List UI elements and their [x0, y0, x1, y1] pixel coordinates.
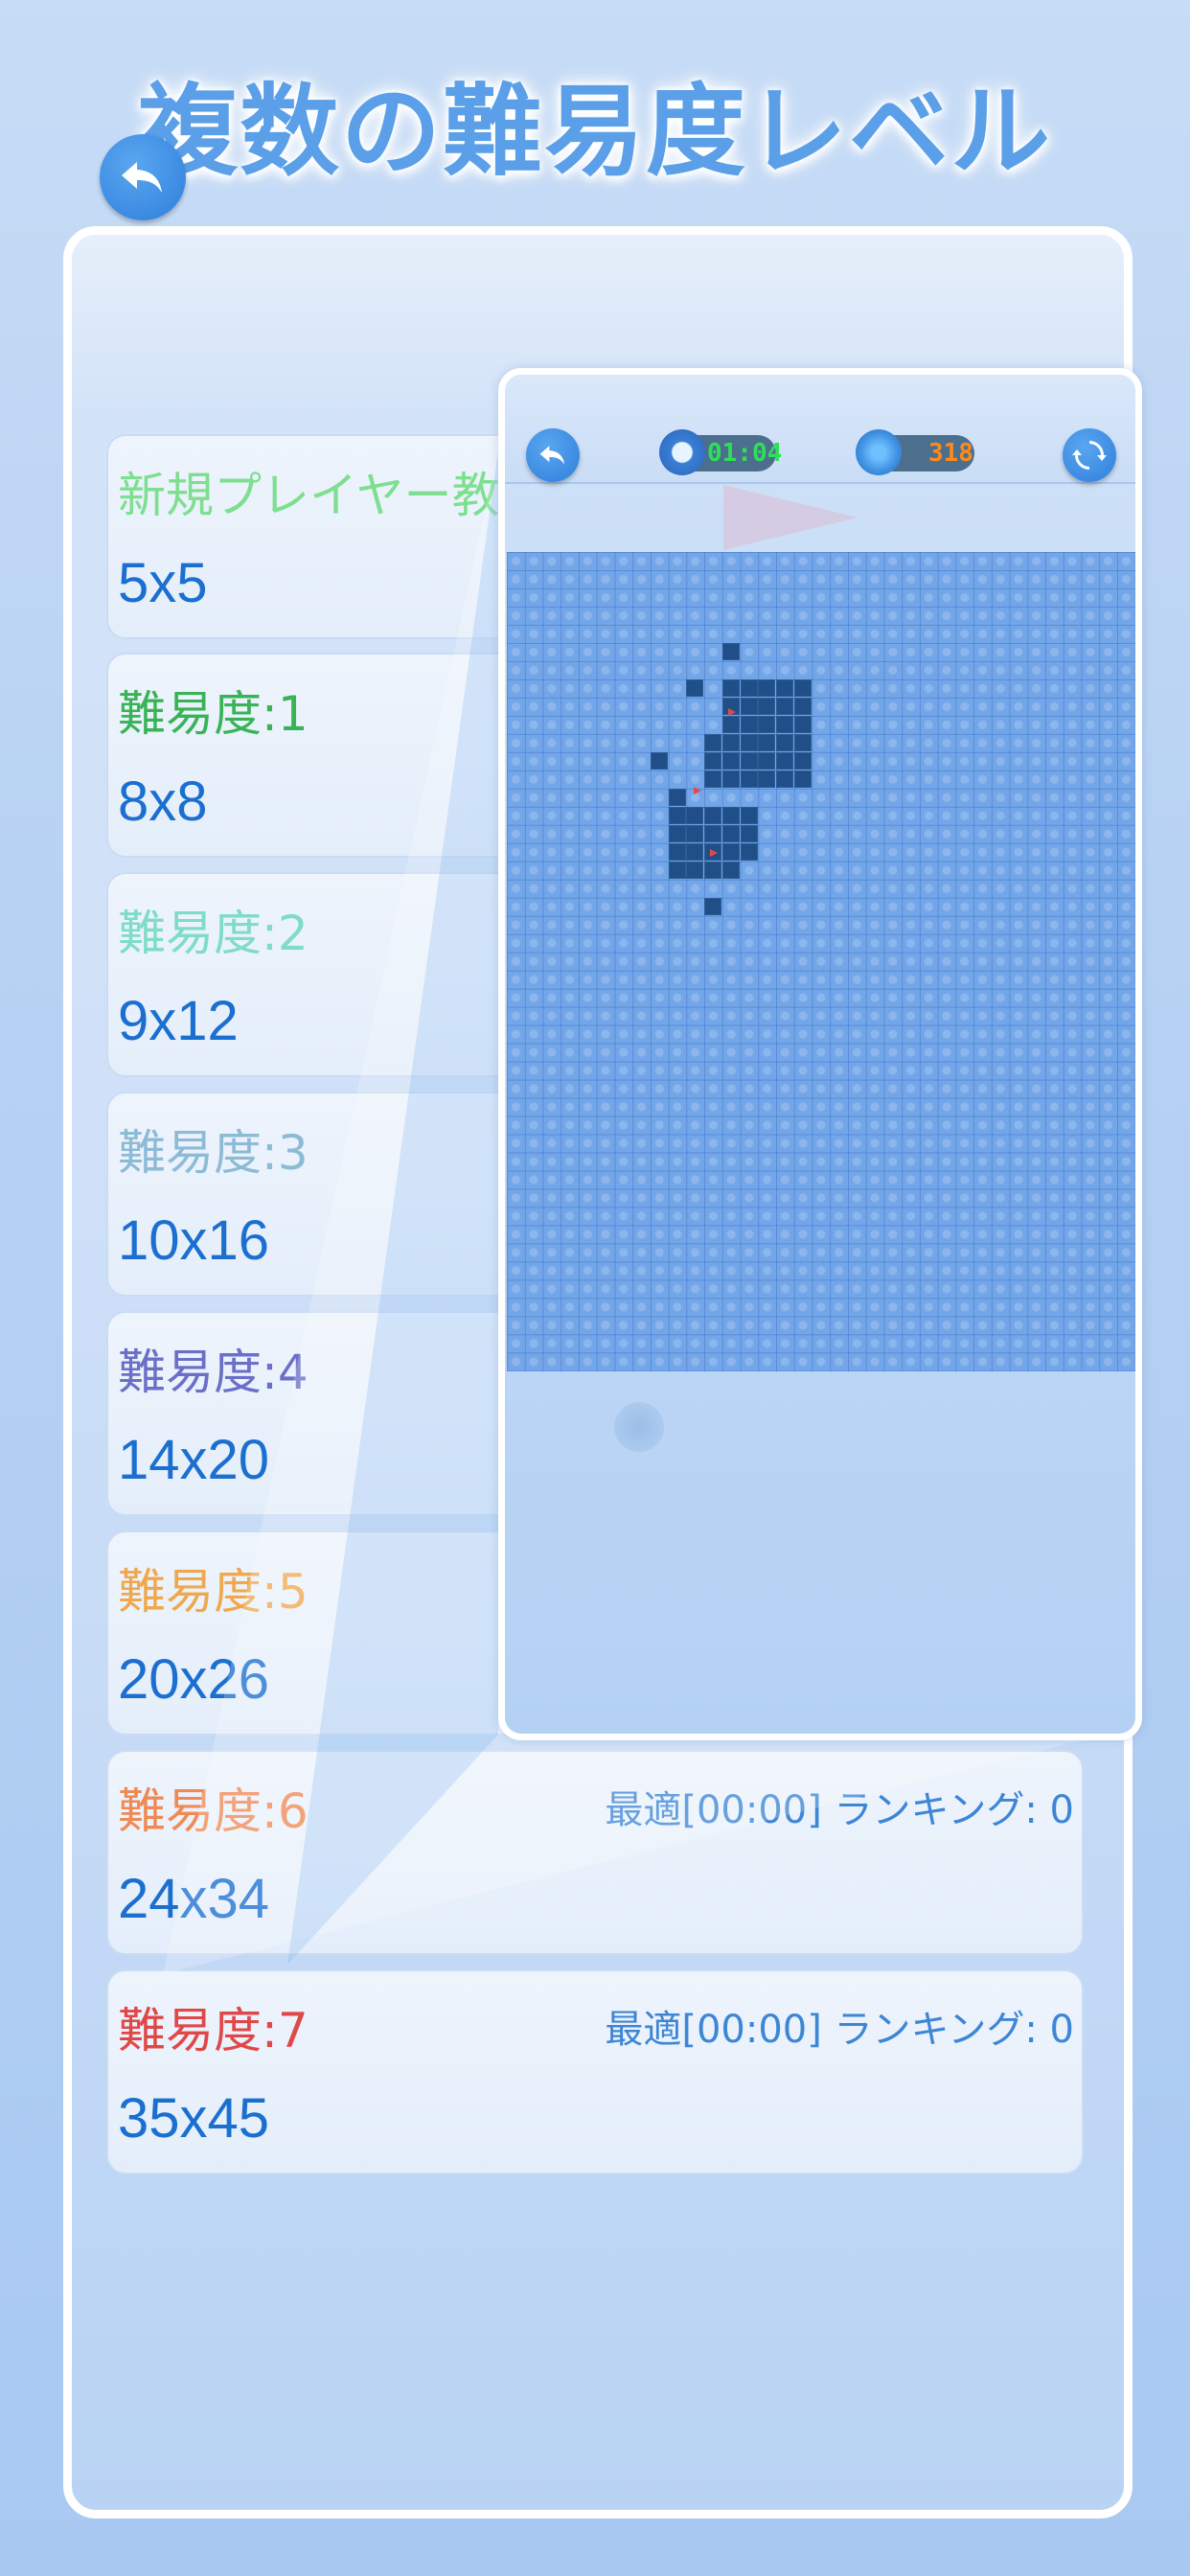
- virus-icon: [856, 429, 902, 475]
- revealed-cell[interactable]: [793, 770, 812, 788]
- revealed-cell[interactable]: [740, 751, 758, 770]
- level-title: 難易度:6: [118, 1783, 309, 1839]
- revealed-cell[interactable]: [704, 897, 722, 915]
- timer-display: 01:04: [659, 429, 782, 475]
- revealed-cell[interactable]: [686, 806, 704, 824]
- revealed-cell[interactable]: [776, 697, 794, 715]
- revealed-cell[interactable]: [776, 733, 794, 751]
- clock-icon: [659, 429, 705, 475]
- revealed-cell[interactable]: [686, 861, 704, 879]
- revealed-cell[interactable]: [740, 715, 758, 733]
- refresh-icon: [1072, 441, 1107, 470]
- revealed-cell[interactable]: [721, 733, 740, 751]
- revealed-cell[interactable]: [740, 770, 758, 788]
- revealed-cell[interactable]: [758, 715, 776, 733]
- level-best-record: 最適[00:00] ランキング: 0: [605, 2008, 1074, 2052]
- revealed-cell[interactable]: [740, 678, 758, 697]
- revealed-cell[interactable]: [740, 842, 758, 861]
- level-title: 難易度:5: [118, 1564, 309, 1620]
- revealed-cell[interactable]: [721, 842, 740, 861]
- revealed-cell[interactable]: [721, 678, 740, 697]
- level-title: 新規プレイヤー教: [118, 468, 500, 523]
- level-card-6[interactable]: 難易度:6 最適[00:00] ランキング: 0 24x34: [106, 1750, 1084, 1955]
- timer-value: 01:04: [707, 439, 783, 468]
- revealed-cell[interactable]: [721, 861, 740, 879]
- back-arrow-icon: [122, 162, 162, 193]
- level-size: 5x5: [118, 552, 208, 614]
- revealed-cell[interactable]: [650, 751, 668, 770]
- level-card-7[interactable]: 難易度:7 最適[00:00] ランキング: 0 35x45: [106, 1969, 1084, 2174]
- flag-decoration: [723, 485, 858, 550]
- game-back-button[interactable]: [526, 428, 580, 482]
- game-toolbar: [505, 375, 1135, 484]
- revealed-cell[interactable]: [686, 678, 704, 697]
- revealed-cell[interactable]: [776, 770, 794, 788]
- revealed-cell[interactable]: [704, 861, 722, 879]
- revealed-cell[interactable]: [776, 715, 794, 733]
- revealed-cell[interactable]: [668, 788, 686, 806]
- revealed-cell[interactable]: [721, 751, 740, 770]
- revealed-cell[interactable]: [668, 861, 686, 879]
- revealed-cell[interactable]: [721, 770, 740, 788]
- revealed-cell[interactable]: [721, 715, 740, 733]
- revealed-cell[interactable]: [758, 770, 776, 788]
- level-size: 35x45: [118, 2087, 270, 2150]
- revealed-cell[interactable]: [776, 678, 794, 697]
- revealed-cell[interactable]: [758, 751, 776, 770]
- revealed-cell[interactable]: [704, 770, 722, 788]
- revealed-cell[interactable]: [740, 697, 758, 715]
- game-preview-screen: 01:04 318: [498, 368, 1142, 1740]
- revealed-cell[interactable]: [668, 824, 686, 842]
- revealed-cell[interactable]: [721, 824, 740, 842]
- minefield-grid[interactable]: [507, 552, 1135, 1371]
- back-arrow-icon: [539, 446, 565, 465]
- level-size: 20x26: [118, 1648, 270, 1711]
- revealed-cell[interactable]: [740, 824, 758, 842]
- revealed-cell[interactable]: [668, 806, 686, 824]
- revealed-cell[interactable]: [721, 642, 740, 660]
- mine-counter: 318: [856, 429, 974, 475]
- revealed-cell[interactable]: [686, 842, 704, 861]
- level-title: 難易度:4: [118, 1345, 309, 1400]
- revealed-cell[interactable]: [704, 824, 722, 842]
- revealed-cell[interactable]: [740, 733, 758, 751]
- level-size: 8x8: [118, 770, 208, 833]
- revealed-cell[interactable]: [704, 751, 722, 770]
- revealed-cell[interactable]: [686, 824, 704, 842]
- flag-marker-icon: [709, 848, 718, 857]
- revealed-cell[interactable]: [704, 806, 722, 824]
- revealed-cell[interactable]: [793, 751, 812, 770]
- revealed-cell[interactable]: [704, 733, 722, 751]
- flag-marker-icon: [693, 786, 701, 794]
- restart-button[interactable]: [1063, 428, 1116, 482]
- flag-marker-icon: [727, 708, 736, 717]
- level-size: 24x34: [118, 1868, 270, 1930]
- mine-count-value: 318: [928, 439, 973, 468]
- revealed-cell[interactable]: [758, 733, 776, 751]
- level-title: 難易度:2: [118, 906, 309, 961]
- level-size: 14x20: [118, 1429, 270, 1491]
- revealed-cell[interactable]: [793, 678, 812, 697]
- level-title: 難易度:1: [118, 686, 309, 742]
- back-button[interactable]: [100, 134, 186, 220]
- germ-decoration-icon: [614, 1402, 664, 1452]
- level-title: 難易度:7: [118, 2003, 309, 2058]
- revealed-cell[interactable]: [776, 751, 794, 770]
- revealed-cell[interactable]: [668, 842, 686, 861]
- revealed-cell[interactable]: [721, 806, 740, 824]
- revealed-cell[interactable]: [793, 715, 812, 733]
- level-title: 難易度:3: [118, 1125, 309, 1181]
- level-best-record: 最適[00:00] ランキング: 0: [605, 1788, 1074, 1832]
- revealed-cell[interactable]: [740, 806, 758, 824]
- level-size: 9x12: [118, 990, 239, 1052]
- revealed-cell[interactable]: [758, 678, 776, 697]
- level-size: 10x16: [118, 1209, 270, 1272]
- revealed-cell[interactable]: [758, 697, 776, 715]
- revealed-cell[interactable]: [793, 733, 812, 751]
- revealed-cell[interactable]: [793, 697, 812, 715]
